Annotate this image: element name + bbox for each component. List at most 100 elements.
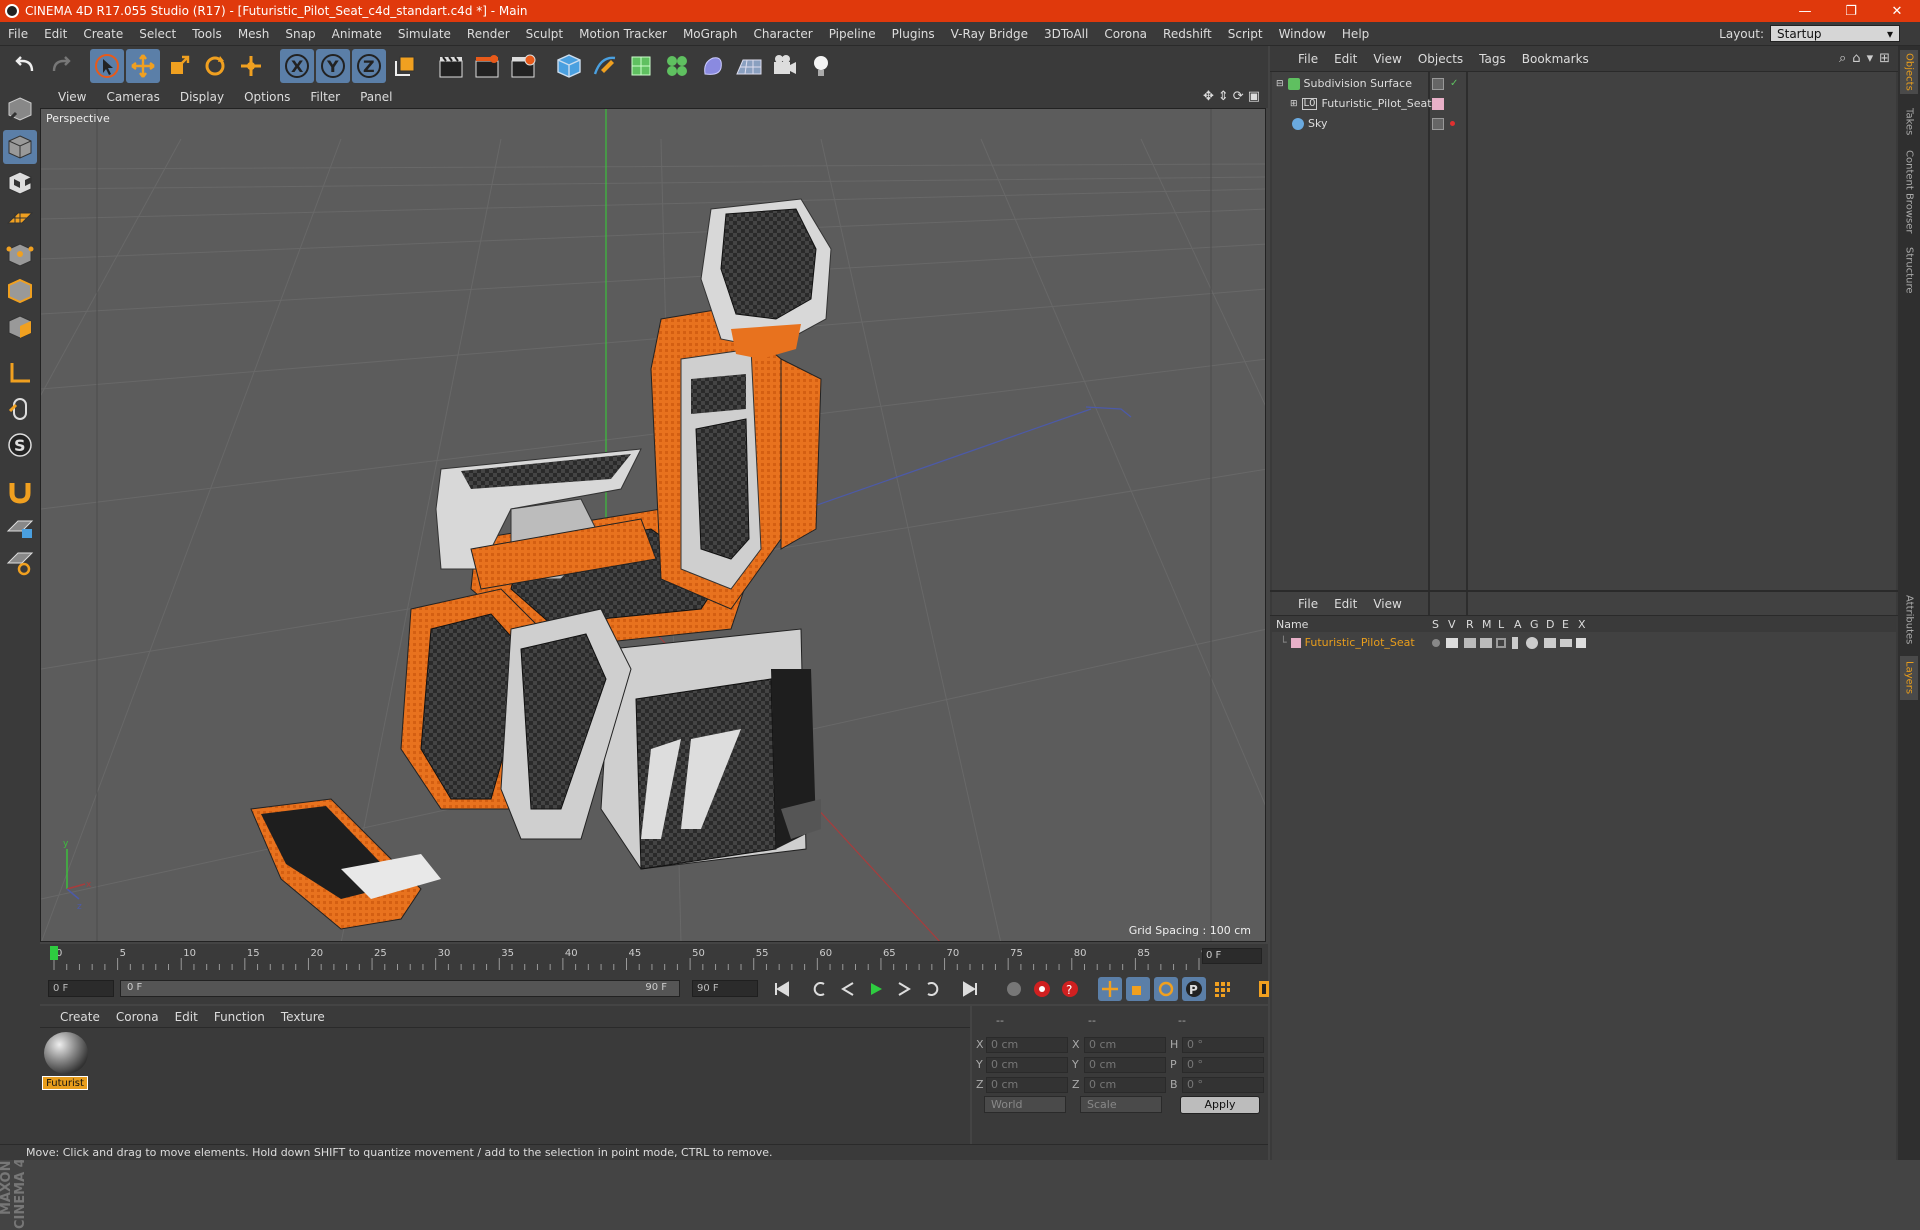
render-settings-button[interactable] bbox=[506, 49, 540, 83]
next-keyframe-button[interactable] bbox=[920, 977, 944, 1001]
object-menu-view[interactable]: View bbox=[1365, 52, 1409, 66]
object-menu-bookmarks[interactable]: Bookmarks bbox=[1514, 52, 1597, 66]
undo-button[interactable] bbox=[8, 49, 42, 83]
home-icon[interactable]: ⌂ bbox=[1852, 51, 1860, 66]
size-y-field[interactable]: 0 cm bbox=[1084, 1057, 1166, 1073]
cube-button[interactable] bbox=[552, 49, 586, 83]
view-toggle-icon[interactable] bbox=[1446, 637, 1458, 648]
deformer-toggle-icon[interactable] bbox=[1544, 637, 1556, 648]
deformer-button[interactable] bbox=[696, 49, 730, 83]
z-axis-lock-button[interactable]: Z bbox=[352, 49, 386, 83]
key-rotation-button[interactable] bbox=[1154, 977, 1178, 1001]
menu-simulate[interactable]: Simulate bbox=[390, 27, 459, 41]
menu-character[interactable]: Character bbox=[745, 27, 820, 41]
menu-plugins[interactable]: Plugins bbox=[884, 27, 943, 41]
position-y-field[interactable]: 0 cm bbox=[986, 1057, 1068, 1073]
next-frame-button[interactable] bbox=[892, 977, 916, 1001]
xref-toggle-icon[interactable] bbox=[1576, 637, 1586, 648]
cloner-button[interactable] bbox=[660, 49, 694, 83]
viewport-menu-filter[interactable]: Filter bbox=[300, 90, 350, 104]
position-x-field[interactable]: 0 cm bbox=[986, 1037, 1068, 1053]
object-row-sky[interactable]: Sky bbox=[1272, 114, 1896, 133]
key-parameter-button[interactable]: P bbox=[1182, 977, 1206, 1001]
size-z-field[interactable]: 0 cm bbox=[1084, 1077, 1166, 1093]
viewport-pan-icon[interactable]: ✥ bbox=[1203, 89, 1214, 104]
viewport-menu-options[interactable]: Options bbox=[234, 90, 300, 104]
minimize-button[interactable]: — bbox=[1782, 0, 1828, 22]
layer-menu-file[interactable]: File bbox=[1290, 597, 1326, 611]
previous-keyframe-button[interactable] bbox=[808, 977, 832, 1001]
y-axis-lock-button[interactable]: Y bbox=[316, 49, 350, 83]
material-preview-sphere[interactable] bbox=[44, 1032, 88, 1074]
object-row-subdivision-surface[interactable]: ⊟ Subdivision Surface ✓ bbox=[1272, 74, 1896, 93]
redo-button[interactable] bbox=[44, 49, 78, 83]
viewport-menu-display[interactable]: Display bbox=[170, 90, 234, 104]
coordinate-space-dropdown[interactable]: World bbox=[984, 1096, 1066, 1113]
frame-range-slider[interactable]: 0 F 90 F bbox=[120, 980, 680, 997]
layer-tag-icon[interactable] bbox=[1432, 77, 1444, 90]
expand-icon[interactable]: ⊞ bbox=[1290, 99, 1298, 109]
end-frame-field[interactable]: 90 F bbox=[692, 980, 758, 997]
menu-corona[interactable]: Corona bbox=[1096, 27, 1155, 41]
rotation-b-field[interactable]: 0 ° bbox=[1182, 1077, 1264, 1093]
planar-workplane-button[interactable] bbox=[3, 546, 37, 580]
autokey-button[interactable]: ? bbox=[1058, 977, 1082, 1001]
object-menu-objects[interactable]: Objects bbox=[1410, 52, 1471, 66]
tab-layers[interactable]: Layers bbox=[1900, 656, 1918, 700]
lock-icon[interactable] bbox=[1496, 637, 1506, 648]
material-name-label[interactable]: Futurist bbox=[42, 1076, 88, 1090]
tab-takes[interactable]: Takes bbox=[1900, 102, 1918, 142]
rotate-tool-button[interactable] bbox=[198, 49, 232, 83]
manager-toggle-icon[interactable] bbox=[1480, 637, 1492, 648]
menu-mesh[interactable]: Mesh bbox=[230, 27, 278, 41]
enable-axis-button[interactable] bbox=[3, 356, 37, 390]
search-icon[interactable]: ⌕ bbox=[1839, 51, 1846, 66]
layer-menu-view[interactable]: View bbox=[1365, 597, 1409, 611]
render-dot-icon[interactable] bbox=[1450, 121, 1455, 126]
expression-toggle-icon[interactable] bbox=[1560, 638, 1572, 647]
subdivision-surface-button[interactable] bbox=[624, 49, 658, 83]
tab-attributes[interactable]: Attributes bbox=[1900, 590, 1918, 650]
render-toggle-icon[interactable] bbox=[1464, 637, 1476, 648]
menu-redshift[interactable]: Redshift bbox=[1155, 27, 1220, 41]
perspective-viewport[interactable]: y x z Perspective Grid Spacing : 100 cm bbox=[40, 108, 1266, 942]
menu-tools[interactable]: Tools bbox=[184, 27, 230, 41]
timeline-ruler[interactable]: 051015202530354045505560657075808590 0 F bbox=[40, 944, 1268, 974]
viewport-layout-icon[interactable]: ▣ bbox=[1248, 89, 1260, 104]
current-frame-field[interactable]: 0 F bbox=[1202, 948, 1262, 964]
material-menu-edit[interactable]: Edit bbox=[167, 1010, 206, 1024]
play-button[interactable] bbox=[864, 977, 888, 1001]
animation-toggle-icon[interactable] bbox=[1512, 636, 1518, 649]
go-to-end-button[interactable] bbox=[958, 977, 982, 1001]
move-tool-button[interactable] bbox=[126, 49, 160, 83]
viewport-menu-view[interactable]: View bbox=[48, 90, 96, 104]
menu-3dtoall[interactable]: 3DToAll bbox=[1036, 27, 1096, 41]
key-scale-button[interactable] bbox=[1126, 977, 1150, 1001]
make-editable-button[interactable] bbox=[3, 92, 37, 126]
object-row-futuristic-pilot-seat[interactable]: ⊞ L0 Futuristic_Pilot_Seat bbox=[1272, 94, 1896, 113]
key-position-button[interactable] bbox=[1098, 977, 1122, 1001]
motion-path-button[interactable] bbox=[1002, 977, 1026, 1001]
restore-button[interactable]: ❐ bbox=[1828, 0, 1874, 22]
rotation-h-field[interactable]: 0 ° bbox=[1182, 1037, 1264, 1053]
object-menu-edit[interactable]: Edit bbox=[1326, 52, 1365, 66]
menu-sculpt[interactable]: Sculpt bbox=[518, 27, 571, 41]
tab-content-browser[interactable]: Content Browser bbox=[1900, 148, 1918, 236]
layer-tag-icon[interactable] bbox=[1432, 117, 1444, 130]
layout-dropdown[interactable]: Startup ▾ bbox=[1770, 25, 1900, 42]
material-menu-function[interactable]: Function bbox=[206, 1010, 273, 1024]
pen-spline-button[interactable] bbox=[588, 49, 622, 83]
layer-color-icon[interactable] bbox=[1432, 97, 1444, 110]
menu-animate[interactable]: Animate bbox=[324, 27, 390, 41]
size-mode-dropdown[interactable]: Scale bbox=[1080, 1096, 1162, 1113]
points-mode-button[interactable] bbox=[3, 238, 37, 272]
start-frame-field[interactable]: 0 F bbox=[48, 980, 114, 997]
rotation-p-field[interactable]: 0 ° bbox=[1182, 1057, 1264, 1073]
menu-window[interactable]: Window bbox=[1271, 27, 1334, 41]
snap-button[interactable]: S bbox=[3, 428, 37, 462]
material-menu-texture[interactable]: Texture bbox=[273, 1010, 333, 1024]
live-selection-button[interactable] bbox=[90, 49, 124, 83]
playhead[interactable] bbox=[50, 946, 58, 960]
go-to-start-button[interactable] bbox=[770, 977, 794, 1001]
viewport-dolly-icon[interactable]: ⇕ bbox=[1218, 89, 1229, 104]
